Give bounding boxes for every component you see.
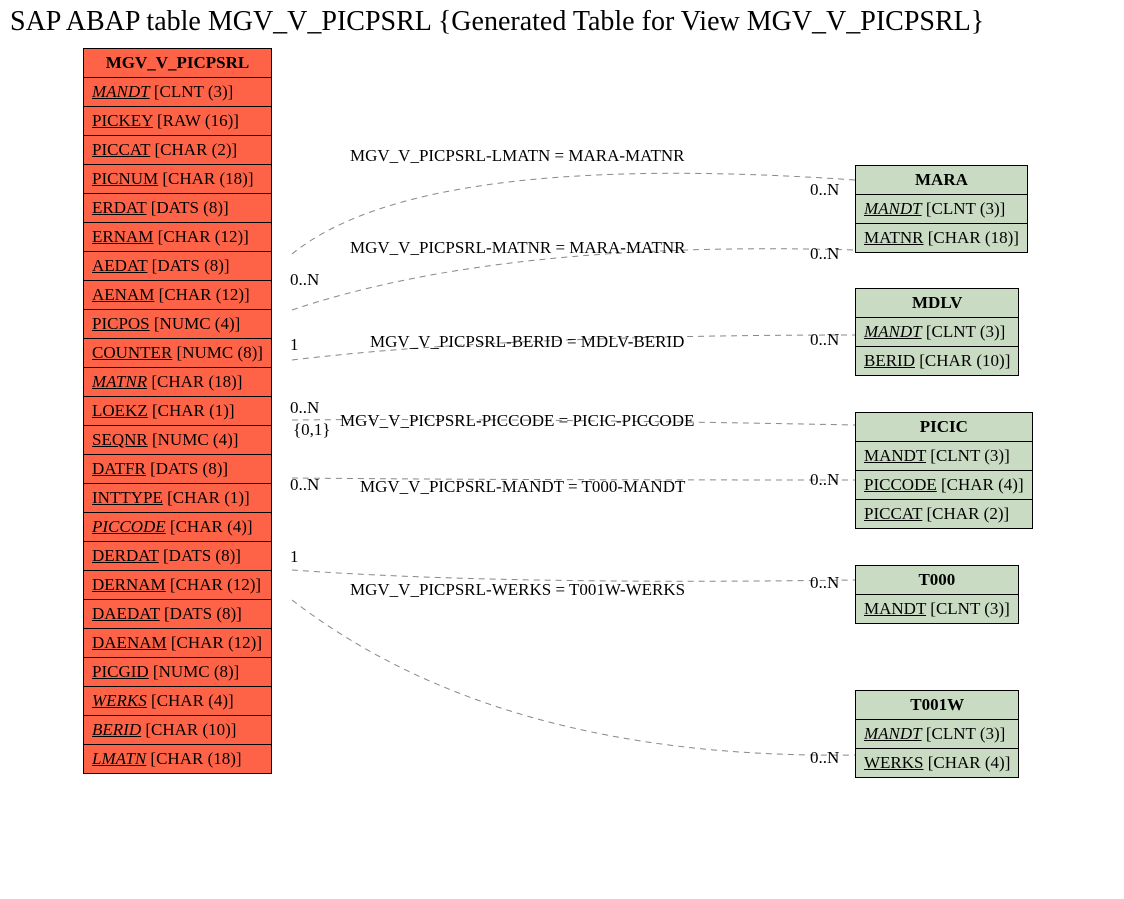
entity-field: MANDT [CLNT (3)] [856,595,1019,624]
entity-field: DERNAM [CHAR (12)] [84,571,272,600]
field-name: PICNUM [92,169,158,188]
entity-header: MDLV [856,289,1019,318]
cardinality-left: 0..N [290,475,319,495]
cardinality-left: 0..N [290,270,319,290]
field-name: PICCODE [92,517,166,536]
field-name: LOEKZ [92,401,148,420]
entity-field: PICKEY [RAW (16)] [84,107,272,136]
entity-header: MARA [856,166,1028,195]
cardinality-extra: {0,1} [293,420,331,440]
field-name: SEQNR [92,430,148,449]
field-name: MANDT [864,599,926,618]
field-name: ERDAT [92,198,146,217]
entity-field: LOEKZ [CHAR (1)] [84,397,272,426]
cardinality-left: 0..N [290,398,319,418]
entity-field: ERNAM [CHAR (12)] [84,223,272,252]
field-name: PICGID [92,662,149,681]
entity-table-picic: PICICMANDT [CLNT (3)]PICCODE [CHAR (4)]P… [855,412,1033,529]
field-name: PICCAT [92,140,150,159]
field-name: PICKEY [92,111,153,130]
field-name: MANDT [864,322,922,341]
field-name: MANDT [864,724,922,743]
field-name: LMATN [92,749,146,768]
field-name: WERKS [864,753,924,772]
cardinality-left: 1 [290,547,299,567]
field-name: ERNAM [92,227,153,246]
field-name: COUNTER [92,343,172,362]
entity-header: PICIC [856,413,1033,442]
entity-table-t000: T000MANDT [CLNT (3)] [855,565,1019,624]
entity-field: DAENAM [CHAR (12)] [84,629,272,658]
cardinality-right: 0..N [810,573,839,593]
entity-field: AEDAT [DATS (8)] [84,252,272,281]
relation-label: MGV_V_PICPSRL-PICCODE = PICIC-PICCODE [340,411,694,431]
field-name: MANDT [864,199,922,218]
entity-table-mgv_v_picpsrl: MGV_V_PICPSRLMANDT [CLNT (3)]PICKEY [RAW… [83,48,272,774]
field-name: PICCODE [864,475,937,494]
cardinality-right: 0..N [810,244,839,264]
entity-table-t001w: T001WMANDT [CLNT (3)]WERKS [CHAR (4)] [855,690,1019,778]
entity-field: PICCODE [CHAR (4)] [84,513,272,542]
field-name: DAEDAT [92,604,160,623]
entity-field: LMATN [CHAR (18)] [84,745,272,774]
relation-label: MGV_V_PICPSRL-LMATN = MARA-MATNR [350,146,685,166]
relation-label: MGV_V_PICPSRL-MANDT = T000-MANDT [360,477,685,497]
field-name: AENAM [92,285,154,304]
entity-field: PICCODE [CHAR (4)] [856,471,1033,500]
entity-field: MANDT [CLNT (3)] [856,195,1028,224]
field-name: MATNR [864,228,924,247]
field-name: DERDAT [92,546,159,565]
entity-header: MGV_V_PICPSRL [84,49,272,78]
field-name: PICPOS [92,314,150,333]
field-name: DERNAM [92,575,166,594]
entity-field: WERKS [CHAR (4)] [84,687,272,716]
entity-field: BERID [CHAR (10)] [856,347,1019,376]
cardinality-left: 1 [290,335,299,355]
field-name: MANDT [92,82,150,101]
field-name: DATFR [92,459,146,478]
field-name: PICCAT [864,504,922,523]
field-name: WERKS [92,691,147,710]
field-name: MANDT [864,446,926,465]
field-name: MATNR [92,372,147,391]
entity-field: MATNR [CHAR (18)] [856,224,1028,253]
entity-header: T000 [856,566,1019,595]
field-name: BERID [864,351,915,370]
entity-header: T001W [856,691,1019,720]
relation-label: MGV_V_PICPSRL-WERKS = T001W-WERKS [350,580,685,600]
cardinality-right: 0..N [810,330,839,350]
field-name: AEDAT [92,256,147,275]
entity-field: COUNTER [NUMC (8)] [84,339,272,368]
entity-field: MANDT [CLNT (3)] [84,78,272,107]
entity-field: DAEDAT [DATS (8)] [84,600,272,629]
entity-field: PICNUM [CHAR (18)] [84,165,272,194]
entity-field: MATNR [CHAR (18)] [84,368,272,397]
entity-table-mdlv: MDLVMANDT [CLNT (3)]BERID [CHAR (10)] [855,288,1019,376]
entity-field: MANDT [CLNT (3)] [856,442,1033,471]
field-name: DAENAM [92,633,167,652]
cardinality-right: 0..N [810,180,839,200]
relation-label: MGV_V_PICPSRL-MATNR = MARA-MATNR [350,238,685,258]
entity-field: ERDAT [DATS (8)] [84,194,272,223]
entity-field: DATFR [DATS (8)] [84,455,272,484]
cardinality-right: 0..N [810,470,839,490]
entity-field: MANDT [CLNT (3)] [856,318,1019,347]
cardinality-right: 0..N [810,748,839,768]
entity-field: WERKS [CHAR (4)] [856,749,1019,778]
entity-field: BERID [CHAR (10)] [84,716,272,745]
entity-field: MANDT [CLNT (3)] [856,720,1019,749]
entity-field: SEQNR [NUMC (4)] [84,426,272,455]
entity-field: PICPOS [NUMC (4)] [84,310,272,339]
entity-table-mara: MARAMANDT [CLNT (3)]MATNR [CHAR (18)] [855,165,1028,253]
entity-field: AENAM [CHAR (12)] [84,281,272,310]
entity-field: PICCAT [CHAR (2)] [856,500,1033,529]
relation-label: MGV_V_PICPSRL-BERID = MDLV-BERID [370,332,684,352]
page-title: SAP ABAP table MGV_V_PICPSRL {Generated … [10,6,984,38]
entity-field: DERDAT [DATS (8)] [84,542,272,571]
field-name: INTTYPE [92,488,163,507]
entity-field: PICGID [NUMC (8)] [84,658,272,687]
entity-field: PICCAT [CHAR (2)] [84,136,272,165]
entity-field: INTTYPE [CHAR (1)] [84,484,272,513]
field-name: BERID [92,720,141,739]
